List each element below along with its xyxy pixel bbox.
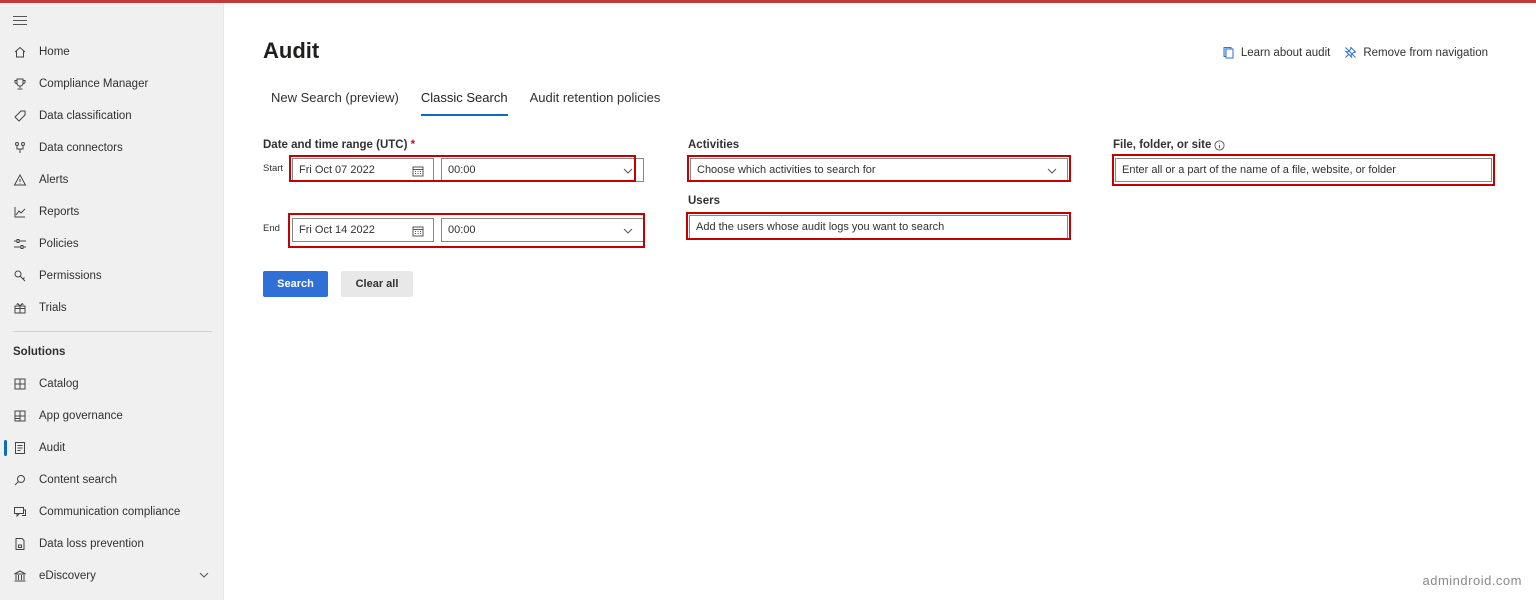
sidebar-item-label: Data classification bbox=[39, 110, 132, 122]
sidebar-item-label: Data loss prevention bbox=[39, 538, 144, 550]
start-date-value: Fri Oct 07 2022 bbox=[299, 164, 375, 176]
sidebar-item-home[interactable]: Home bbox=[0, 36, 224, 68]
hamburger-menu-icon[interactable] bbox=[13, 13, 27, 27]
start-time-select[interactable]: 00:00 bbox=[441, 158, 644, 182]
file-folder-site-input[interactable]: Enter all or a part of the name of a fil… bbox=[1115, 158, 1492, 182]
key-icon bbox=[13, 269, 27, 283]
gift-icon bbox=[13, 301, 27, 315]
trophy-icon bbox=[13, 77, 27, 91]
sidebar-item-policies[interactable]: Policies bbox=[0, 228, 224, 260]
solutions-heading: Solutions bbox=[13, 346, 66, 358]
file-folder-site-label: File, folder, or site bbox=[1113, 139, 1225, 151]
sidebar-item-communication-compliance[interactable]: Communication compliance bbox=[0, 496, 224, 528]
sidebar-item-content-search[interactable]: Content search bbox=[0, 464, 224, 496]
sidebar-item-data-loss-prevention[interactable]: Data loss prevention bbox=[0, 528, 224, 560]
activities-placeholder: Choose which activities to search for bbox=[697, 164, 876, 176]
sidebar-item-app-governance[interactable]: App governance bbox=[0, 400, 224, 432]
page-title: Audit bbox=[263, 38, 320, 63]
sidebar-item-data-classification[interactable]: Data classification bbox=[0, 100, 224, 132]
audit-document-icon bbox=[13, 441, 27, 455]
start-time-value: 00:00 bbox=[448, 164, 476, 176]
end-date-field[interactable]: Fri Oct 14 2022 bbox=[292, 218, 434, 242]
sliders-icon bbox=[13, 237, 27, 251]
calendar-icon[interactable] bbox=[411, 224, 425, 238]
sidebar-item-label: Alerts bbox=[39, 174, 69, 186]
unpin-icon bbox=[1344, 46, 1357, 59]
start-label: Start bbox=[263, 163, 284, 174]
end-time-select[interactable]: 00:00 bbox=[441, 218, 644, 242]
sidebar-item-label: Home bbox=[39, 46, 70, 58]
sidebar-item-label: Communication compliance bbox=[39, 506, 181, 518]
learn-about-audit-label: Learn about audit bbox=[1240, 46, 1331, 59]
catalog-icon bbox=[13, 377, 27, 391]
info-icon[interactable] bbox=[1214, 139, 1225, 151]
remove-from-navigation-label: Remove from navigation bbox=[1363, 46, 1488, 59]
end-label: End bbox=[263, 223, 280, 234]
sidebar-item-ediscovery[interactable]: eDiscovery bbox=[0, 560, 224, 592]
home-icon bbox=[13, 45, 27, 59]
chevron-down-icon bbox=[621, 164, 635, 178]
sidebar-item-label: Audit bbox=[39, 442, 66, 454]
tab-new-search[interactable]: New Search (preview) bbox=[271, 88, 399, 116]
calendar-icon[interactable] bbox=[411, 164, 425, 178]
tab-audit-retention-policies[interactable]: Audit retention policies bbox=[530, 88, 661, 116]
grid-icon bbox=[13, 409, 27, 423]
chart-line-icon bbox=[13, 205, 27, 219]
users-input[interactable]: Add the users whose audit logs you want … bbox=[689, 215, 1068, 239]
sidebar-item-label: Catalog bbox=[39, 378, 79, 390]
activities-label: Activities bbox=[688, 139, 740, 151]
learn-about-audit-link[interactable]: Learn about audit bbox=[1222, 46, 1331, 59]
file-folder-site-placeholder: Enter all or a part of the name of a fil… bbox=[1122, 164, 1396, 176]
sidebar-item-label: Policies bbox=[39, 238, 79, 250]
file-folder-site-label-text: File, folder, or site bbox=[1113, 139, 1212, 151]
sidebar-item-label: Compliance Manager bbox=[39, 78, 149, 90]
sidebar-item-label: Permissions bbox=[39, 270, 102, 282]
chevron-down-icon bbox=[1045, 164, 1059, 178]
end-time-value: 00:00 bbox=[448, 224, 476, 236]
search-icon bbox=[13, 473, 27, 487]
sidebar-item-label: Reports bbox=[39, 206, 80, 218]
users-placeholder: Add the users whose audit logs you want … bbox=[696, 221, 945, 233]
sidebar-item-catalog[interactable]: Catalog bbox=[0, 368, 224, 400]
users-label: Users bbox=[688, 195, 720, 207]
sidebar: Home Compliance Manager Data classificat… bbox=[0, 3, 224, 600]
sidebar-item-alerts[interactable]: Alerts bbox=[0, 164, 224, 196]
warning-icon bbox=[13, 173, 27, 187]
required-mark: * bbox=[410, 139, 416, 151]
clear-all-button[interactable]: Clear all bbox=[341, 271, 413, 297]
end-date-value: Fri Oct 14 2022 bbox=[299, 224, 375, 236]
sidebar-item-compliance-manager[interactable]: Compliance Manager bbox=[0, 68, 224, 100]
chevron-down-icon[interactable] bbox=[198, 569, 210, 581]
watermark: admindroid.com bbox=[1422, 573, 1522, 588]
date-range-label-text: Date and time range (UTC) bbox=[263, 139, 408, 151]
search-button[interactable]: Search bbox=[263, 271, 328, 297]
start-date-field[interactable]: Fri Oct 07 2022 bbox=[292, 158, 434, 182]
sidebar-item-data-connectors[interactable]: Data connectors bbox=[0, 132, 224, 164]
sidebar-item-label: Content search bbox=[39, 474, 117, 486]
bank-icon bbox=[13, 569, 27, 583]
header-actions: Learn about audit Remove from navigation bbox=[1222, 46, 1488, 59]
sidebar-divider bbox=[13, 331, 212, 332]
sidebar-item-label: Trials bbox=[39, 302, 67, 314]
sidebar-item-label: Data connectors bbox=[39, 142, 123, 154]
chat-icon bbox=[13, 505, 27, 519]
activities-select[interactable]: Choose which activities to search for bbox=[690, 158, 1068, 182]
sidebar-item-reports[interactable]: Reports bbox=[0, 196, 224, 228]
document-lock-icon bbox=[13, 537, 27, 551]
chevron-down-icon bbox=[621, 224, 635, 238]
book-icon bbox=[1223, 47, 1234, 59]
remove-from-navigation-link[interactable]: Remove from navigation bbox=[1344, 46, 1488, 59]
top-accent-line bbox=[0, 0, 1536, 3]
sidebar-item-label: App governance bbox=[39, 410, 123, 422]
sidebar-item-trials[interactable]: Trials bbox=[0, 292, 224, 324]
tab-bar: New Search (preview) Classic Search Audi… bbox=[263, 88, 682, 116]
sidebar-item-permissions[interactable]: Permissions bbox=[0, 260, 224, 292]
sidebar-item-audit[interactable]: Audit bbox=[0, 432, 224, 464]
tab-classic-search[interactable]: Classic Search bbox=[420, 88, 508, 116]
date-range-label: Date and time range (UTC) * bbox=[263, 139, 415, 151]
tag-icon bbox=[13, 109, 27, 123]
connector-icon bbox=[13, 141, 27, 155]
sidebar-item-label: eDiscovery bbox=[39, 570, 96, 582]
